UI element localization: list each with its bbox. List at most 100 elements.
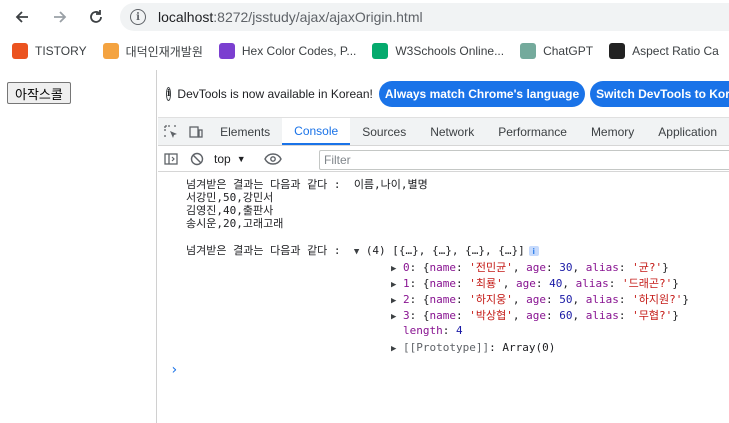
key-age: age bbox=[526, 309, 546, 322]
length-value: 4 bbox=[456, 324, 463, 337]
key-age: age bbox=[516, 277, 536, 290]
bookmark-label: 대덕인재개발원 bbox=[125, 44, 203, 59]
item-age: 40 bbox=[549, 277, 563, 290]
eye-icon[interactable] bbox=[260, 152, 286, 166]
site-info-icon[interactable]: i bbox=[130, 9, 146, 25]
bookmark-item[interactable]: 대덕인재개발원 bbox=[102, 43, 203, 60]
collapsed-triangle-icon[interactable]: ▶ bbox=[391, 263, 403, 276]
item-alias: '드래곤?' bbox=[622, 277, 673, 290]
browser-toolbar: i localhost:8272/jsstudy/ajax/ajaxOrigin… bbox=[0, 0, 729, 34]
item-index: 3 bbox=[403, 309, 410, 322]
message-prefix: 넘겨받은 결과는 다음과 같다 : bbox=[186, 178, 354, 191]
array-length-row: length: 4 bbox=[403, 324, 463, 337]
array-summary[interactable]: (4) [{…}, {…}, {…}, {…}] bbox=[366, 244, 525, 257]
device-toolbar-icon[interactable] bbox=[183, 118, 208, 145]
csv-line: 이름,나이,별명 bbox=[353, 178, 428, 191]
address-bar[interactable]: i localhost:8272/jsstudy/ajax/ajaxOrigin… bbox=[120, 3, 729, 31]
item-index: 1 bbox=[403, 277, 410, 290]
tab-application[interactable]: Application bbox=[646, 118, 729, 145]
key-name: name bbox=[429, 309, 457, 322]
devtools-panel: i DevTools is now available in Korean! A… bbox=[158, 70, 729, 423]
console-filter-input[interactable] bbox=[319, 150, 729, 170]
language-notice: i DevTools is now available in Korean! A… bbox=[158, 70, 729, 118]
item-name: '최룡' bbox=[469, 277, 503, 290]
devtools-tabbar: Elements Console Sources Network Performance… bbox=[158, 118, 729, 146]
bookmarks-bar: TISTORY 대덕인재개발원 Hex Color Codes, P... W3Sch… bbox=[0, 38, 729, 64]
match-language-button[interactable]: Always match Chrome's language bbox=[378, 80, 586, 107]
item-name: '박상협' bbox=[469, 309, 513, 322]
collapsed-triangle-icon[interactable]: ▶ bbox=[391, 343, 403, 356]
csv-line: 김영진,40,출판사 bbox=[186, 204, 274, 217]
key-alias: alias bbox=[585, 293, 619, 306]
expanded-triangle-icon[interactable]: ▼ bbox=[354, 246, 366, 259]
inspect-element-icon[interactable] bbox=[158, 118, 183, 145]
ddit-icon bbox=[102, 43, 119, 59]
forward-button[interactable] bbox=[46, 3, 74, 31]
item-index: 2 bbox=[403, 293, 410, 306]
item-index: 0 bbox=[403, 261, 410, 274]
hex-color-icon bbox=[218, 43, 235, 59]
bookmark-item[interactable]: ChatGPT bbox=[520, 43, 593, 59]
array-item-row[interactable]: ▶ 0: {name: '전민균', age: 30, alias: '균?'} bbox=[391, 261, 669, 276]
key-name: name bbox=[429, 293, 457, 306]
tab-sources[interactable]: Sources bbox=[350, 118, 418, 145]
url-path: :8272/jsstudy/ajax/ajaxOrigin.html bbox=[213, 9, 423, 25]
url-host: localhost bbox=[158, 9, 214, 25]
tab-network[interactable]: Network bbox=[418, 118, 486, 145]
csv-line: 송시운,20,고래고래 bbox=[186, 217, 284, 230]
reload-icon bbox=[90, 10, 102, 23]
ajax-call-button[interactable]: 아작스콜 bbox=[7, 82, 71, 104]
collapsed-triangle-icon[interactable]: ▶ bbox=[391, 295, 403, 308]
page-viewport: 아작스콜 bbox=[0, 70, 157, 423]
item-age: 60 bbox=[559, 309, 573, 322]
bookmark-label: Aspect Ratio Ca bbox=[632, 44, 719, 58]
console-message-array: 넘겨받은 결과는 다음과 같다 : ▼ (4) [{…}, {…}, {…}, {… bbox=[186, 244, 539, 259]
bookmark-label: TISTORY bbox=[35, 44, 87, 58]
key-alias: alias bbox=[585, 309, 619, 322]
bookmark-label: ChatGPT bbox=[543, 44, 594, 58]
tab-memory[interactable]: Memory bbox=[579, 118, 646, 145]
console-message-csv: 넘겨받은 결과는 다음과 같다 : 이름,나이,별명 서강민,50,강민서 김영… bbox=[186, 178, 428, 230]
clear-console-icon[interactable] bbox=[184, 152, 210, 166]
tistory-icon bbox=[12, 43, 28, 59]
arrow-left-icon bbox=[15, 11, 28, 23]
csv-line: 서강민,50,강민서 bbox=[186, 191, 274, 204]
back-button[interactable] bbox=[8, 3, 36, 31]
chatgpt-icon bbox=[520, 43, 537, 59]
item-name: '전민균' bbox=[469, 261, 513, 274]
key-name: name bbox=[429, 261, 457, 274]
bookmark-item[interactable]: Hex Color Codes, P... bbox=[218, 43, 357, 59]
context-selector[interactable]: top ▼ bbox=[214, 152, 246, 166]
prototype-value: Array(0) bbox=[502, 341, 556, 354]
collapsed-triangle-icon[interactable]: ▶ bbox=[391, 311, 403, 324]
aspect-ratio-icon bbox=[609, 43, 626, 59]
console-prompt-icon[interactable]: › bbox=[170, 362, 178, 378]
array-item-row[interactable]: ▶ 3: {name: '박상협', age: 60, alias: '무협?'} bbox=[391, 309, 679, 324]
key-alias: alias bbox=[585, 261, 619, 274]
bookmark-item[interactable]: TISTORY bbox=[12, 43, 87, 59]
item-age: 50 bbox=[559, 293, 573, 306]
prototype-row[interactable]: ▶ [[Prototype]]: Array(0) bbox=[391, 341, 555, 356]
item-alias: '하지원?' bbox=[632, 293, 683, 306]
bookmark-label: Hex Color Codes, P... bbox=[241, 44, 357, 58]
switch-korean-button[interactable]: Switch DevTools to Korean bbox=[590, 80, 729, 107]
tab-performance[interactable]: Performance bbox=[486, 118, 579, 145]
array-item-row[interactable]: ▶ 2: {name: '하지웅', age: 50, alias: '하지원?'… bbox=[391, 293, 689, 308]
bookmark-item[interactable]: W3Schools Online... bbox=[372, 43, 504, 59]
url-text: localhost:8272/jsstudy/ajax/ajaxOrigin.h… bbox=[158, 9, 423, 25]
tab-elements[interactable]: Elements bbox=[208, 118, 282, 145]
array-item-row[interactable]: ▶ 1: {name: '최룡', age: 40, alias: '드래곤?'} bbox=[391, 277, 679, 292]
info-icon: i bbox=[166, 86, 172, 101]
tab-console[interactable]: Console bbox=[282, 118, 351, 145]
sidebar-toggle-icon[interactable] bbox=[158, 152, 184, 166]
context-label: top bbox=[214, 151, 231, 166]
key-name: name bbox=[429, 277, 457, 290]
prototype-key: [[Prototype]] bbox=[403, 341, 490, 354]
notice-text: DevTools is now available in Korean! bbox=[177, 86, 373, 101]
reload-button[interactable] bbox=[82, 3, 110, 31]
length-key: length bbox=[403, 324, 443, 337]
bookmark-item[interactable]: Aspect Ratio Ca bbox=[609, 43, 719, 59]
collapsed-triangle-icon[interactable]: ▶ bbox=[391, 279, 403, 292]
item-alias: '무협?' bbox=[632, 309, 673, 322]
message-prefix: 넘겨받은 결과는 다음과 같다 : bbox=[186, 244, 354, 257]
